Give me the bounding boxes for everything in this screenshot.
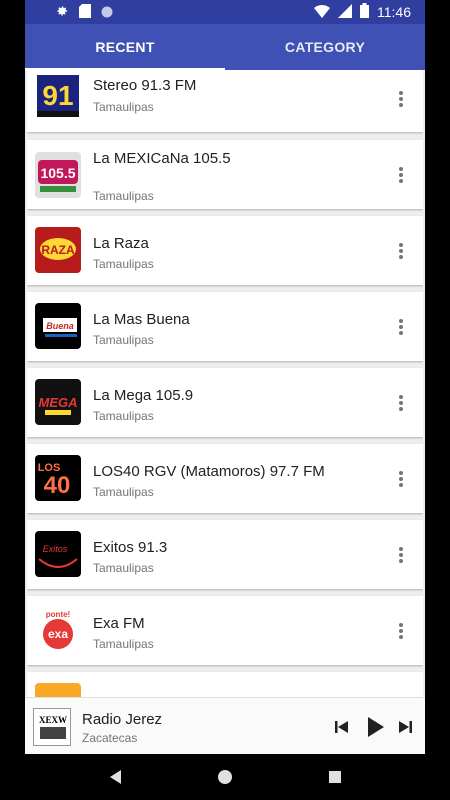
station-name: Exitos 91.3 [93, 539, 168, 556]
station-region: Tamaulipas [93, 409, 154, 423]
station-name: LOS40 RGV (Matamoros) 97.7 FM [93, 463, 325, 480]
battery-icon [360, 3, 369, 21]
circle-icon [101, 5, 113, 23]
station-region: Tamaulipas [93, 333, 154, 347]
play-icon[interactable] [361, 698, 391, 755]
tab-recent[interactable]: RECENT [25, 24, 225, 70]
la-mexicana-logo: 105.5 [35, 152, 81, 198]
los40-logo: LOS 40 [35, 455, 81, 501]
la-raza-logo: RAZA [35, 227, 81, 273]
navigation-bar [25, 754, 425, 800]
station-name: Stereo 91.3 FM [93, 77, 197, 94]
svg-text:MEGA: MEGA [39, 395, 78, 410]
overflow-menu-icon[interactable] [397, 89, 405, 109]
svg-text:91: 91 [42, 80, 73, 111]
svg-text:exa: exa [48, 627, 68, 641]
recents-icon[interactable] [326, 768, 344, 786]
overflow-menu-icon[interactable] [397, 545, 405, 565]
svg-text:XEXW: XEXW [39, 715, 67, 725]
station-region: Tamaulipas [93, 257, 154, 271]
station-region: Tamaulipas [93, 637, 154, 651]
svg-text:ponte!: ponte! [46, 610, 70, 619]
list-item[interactable]: LOS 40 LOS40 RGV (Matamoros) 97.7 FM Tam… [27, 444, 423, 513]
list-item[interactable]: ponte! exa Exa FM Tamaulipas [27, 596, 423, 665]
station-name: La Mas Buena [93, 311, 190, 328]
tab-category[interactable]: CATEGORY [225, 24, 425, 70]
now-playing-bar[interactable]: XEXW Radio Jerez Zacatecas [25, 697, 425, 754]
status-time: 11:46 [377, 4, 411, 20]
exitos-logo: Exitos [35, 531, 81, 577]
wifi-icon [314, 4, 330, 21]
station-logo [35, 683, 81, 697]
overflow-menu-icon[interactable] [397, 621, 405, 641]
skip-previous-icon[interactable] [330, 698, 354, 755]
svg-text:105.5: 105.5 [40, 165, 75, 181]
station-name: La MEXICaNa 105.5 [93, 150, 231, 167]
la-mega-logo: MEGA [35, 379, 81, 425]
home-icon[interactable] [216, 768, 234, 786]
station-name: La Raza [93, 235, 149, 252]
list-item[interactable]: 91 Stereo 91.3 FM Tamaulipas [27, 70, 423, 132]
phone-screen: 11:46 RECENT CATEGORY 91 Stereo 91.3 FM … [25, 0, 425, 800]
svg-text:RAZA: RAZA [41, 243, 75, 257]
list-item[interactable] [27, 672, 423, 697]
overflow-menu-icon[interactable] [397, 469, 405, 489]
list-item[interactable]: 105.5 La MEXICaNa 105.5 Tamaulipas [27, 140, 423, 209]
overflow-menu-icon[interactable] [397, 393, 405, 413]
station-list[interactable]: 91 Stereo 91.3 FM Tamaulipas 105.5 La ME… [27, 70, 423, 697]
overflow-menu-icon[interactable] [397, 241, 405, 261]
overflow-menu-icon[interactable] [397, 317, 405, 337]
station-region: Tamaulipas [93, 561, 154, 575]
svg-text:40: 40 [44, 472, 71, 499]
station-name: La Mega 105.9 [93, 387, 194, 404]
station-name: Exa FM [93, 615, 145, 632]
station-region: Tamaulipas [93, 100, 154, 114]
svg-text:Exitos: Exitos [43, 544, 68, 554]
station-region: Tamaulipas [93, 189, 154, 203]
radio-jerez-logo: XEXW [33, 708, 71, 746]
la-mas-buena-logo: Buena [35, 303, 81, 349]
list-item[interactable]: Exitos Exitos 91.3 Tamaulipas [27, 520, 423, 589]
settings-icon [55, 4, 69, 23]
list-item[interactable]: Buena La Mas Buena Tamaulipas [27, 292, 423, 361]
stereo91-logo: 91 [35, 73, 81, 119]
skip-next-icon[interactable] [393, 698, 417, 755]
list-item[interactable]: MEGA La Mega 105.9 Tamaulipas [27, 368, 423, 437]
status-bar: 11:46 [25, 0, 425, 24]
list-item[interactable]: RAZA La Raza Tamaulipas [27, 216, 423, 285]
now-playing-region: Zacatecas [82, 731, 138, 745]
back-icon[interactable] [107, 768, 125, 786]
tab-bar: RECENT CATEGORY [25, 24, 425, 70]
sd-card-icon [79, 4, 91, 23]
overflow-menu-icon[interactable] [397, 165, 405, 185]
now-playing-title: Radio Jerez [82, 711, 163, 728]
station-region: Tamaulipas [93, 485, 154, 499]
signal-icon [338, 3, 352, 21]
exa-fm-logo: ponte! exa [35, 607, 81, 653]
svg-text:Buena: Buena [46, 321, 74, 331]
